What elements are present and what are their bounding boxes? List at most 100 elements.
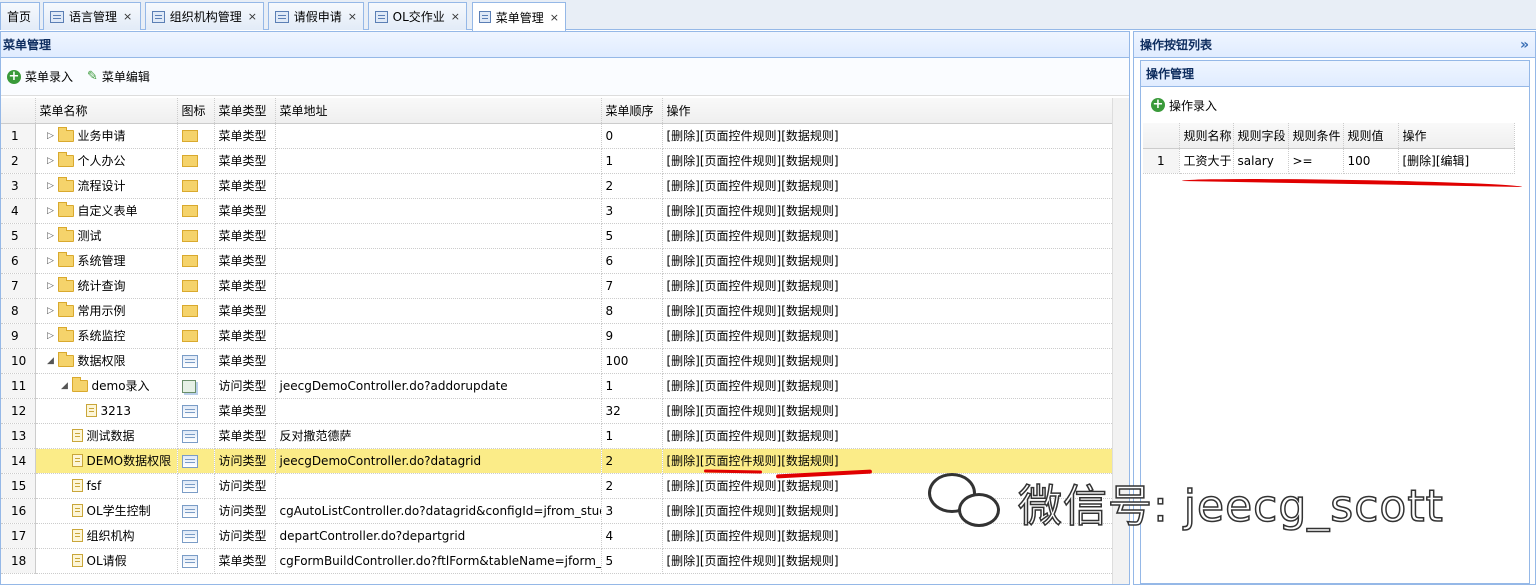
expand-arrow-icon[interactable]: ▷ [46,306,56,316]
table-row[interactable]: 3 ▷ 流程设计 菜单类型 2 [删除][页面控件规则][数据规则] [1,173,1114,199]
menu-actions-cell[interactable]: [删除][页面控件规则][数据规则] [662,323,1114,349]
menu-actions-cell[interactable]: [删除][页面控件规则][数据规则] [662,198,1114,224]
column-header[interactable]: 操作 [1398,123,1515,149]
add-menu-button[interactable]: + 菜单录入 [7,68,73,85]
menu-name-cell[interactable]: OL请假 [35,548,178,574]
tab-language[interactable]: 语言管理 × [43,2,141,30]
table-row[interactable]: 5 ▷ 测试 菜单类型 5 [删除][页面控件规则][数据规则] [1,223,1114,249]
menu-actions-cell[interactable]: [删除][页面控件规则][数据规则] [662,423,1114,449]
column-header[interactable]: 规则字段 [1233,123,1289,149]
expand-arrow-icon[interactable]: ▷ [46,206,56,216]
table-row[interactable]: 10 ◢ 数据权限 菜单类型 100 [删除][页面控件规则][数据规则] [1,348,1114,374]
column-header[interactable]: 菜单顺序 [601,98,663,124]
column-header[interactable]: 规则条件 [1288,123,1344,149]
menu-actions-cell[interactable]: [删除][页面控件规则][数据规则] [662,373,1114,399]
menu-type-cell: 菜单类型 [214,398,276,424]
table-row[interactable]: 6 ▷ 系统管理 菜单类型 6 [删除][页面控件规则][数据规则] [1,248,1114,274]
menu-name-cell[interactable]: DEMO数据权限 [35,448,178,474]
row-number: 1 [1143,148,1180,174]
close-icon[interactable]: × [123,10,132,23]
tab-ol-homework[interactable]: OL交作业 × [368,2,467,30]
table-row[interactable]: 12 3213 菜单类型 32 [删除][页面控件规则][数据规则] [1,398,1114,424]
menu-actions-cell[interactable]: [删除][页面控件规则][数据规则] [662,348,1114,374]
menu-name-cell[interactable]: ▷ 系统监控 [35,323,178,349]
menu-name-cell[interactable]: ◢ demo录入 [35,373,178,399]
collapse-icon[interactable]: » [1520,37,1529,53]
rule-actions-cell[interactable]: [删除][编辑] [1398,148,1515,174]
column-header[interactable]: 图标 [177,98,215,124]
table-row[interactable]: 13 测试数据 菜单类型 反对撒范德萨 1 [删除][页面控件规则][数据规则] [1,423,1114,449]
menu-actions-cell[interactable]: [删除][页面控件规则][数据规则] [662,273,1114,299]
menu-actions-cell[interactable]: [删除][页面控件规则][数据规则] [662,298,1114,324]
edit-menu-button[interactable]: ✎ 菜单编辑 [87,68,150,85]
folder-icon [57,151,74,167]
column-header[interactable]: 规则名称 [1179,123,1234,149]
menu-actions-cell[interactable]: [删除][页面控件规则][数据规则] [662,548,1114,574]
menu-actions-cell[interactable]: [删除][页面控件规则][数据规则] [662,248,1114,274]
menu-name-cell[interactable]: ▷ 业务申请 [35,123,178,149]
expand-arrow-icon[interactable]: ▷ [46,256,56,266]
menu-name-cell[interactable]: 测试数据 [35,423,178,449]
tab-label: 请假申请 [293,10,342,24]
close-icon[interactable]: × [451,10,460,23]
file-icon [71,529,83,542]
menu-name-cell[interactable]: ▷ 统计查询 [35,273,178,299]
menu-name: 流程设计 [77,179,126,193]
expand-arrow-icon[interactable]: ◢ [46,356,56,366]
tab-organization[interactable]: 组织机构管理 × [145,2,264,30]
expand-arrow-icon[interactable]: ◢ [60,381,70,391]
column-header[interactable]: 菜单地址 [275,98,602,124]
expand-arrow-icon[interactable]: ▷ [46,131,56,141]
menu-name-cell[interactable]: ◢ 数据权限 [35,348,178,374]
tab-leave-request[interactable]: 请假申请 × [268,2,364,30]
menu-name-cell[interactable]: ▷ 个人办公 [35,148,178,174]
row-number: 6 [1,248,36,274]
table-row[interactable]: 1 ▷ 业务申请 菜单类型 0 [删除][页面控件规则][数据规则] [1,123,1114,149]
close-icon[interactable]: × [348,10,357,23]
column-header[interactable]: 规则值 [1343,123,1399,149]
table-row[interactable]: 18 OL请假 菜单类型 cgFormBuildController.do?ftlFo… [1,548,1114,574]
menu-actions-cell[interactable]: [删除][页面控件规则][数据规则] [662,223,1114,249]
tab-menu-management[interactable]: 菜单管理 × [472,2,566,31]
menu-name-cell[interactable]: fsf [35,473,178,499]
expand-arrow-icon[interactable]: ▷ [46,331,56,341]
expand-arrow-icon[interactable]: ▷ [46,281,56,291]
table-row[interactable]: 9 ▷ 系统监控 菜单类型 9 [删除][页面控件规则][数据规则] [1,323,1114,349]
menu-name-cell[interactable]: ▷ 流程设计 [35,173,178,199]
table-row[interactable]: 11 ◢ demo录入 访问类型 jeecgDemoController.do?addo… [1,373,1114,399]
close-icon[interactable]: × [550,11,559,24]
expand-arrow-icon[interactable]: ▷ [46,181,56,191]
menu-name-cell[interactable]: ▷ 系统管理 [35,248,178,274]
menu-order-cell: 1 [601,148,663,174]
table-row[interactable]: 8 ▷ 常用示例 菜单类型 8 [删除][页面控件规则][数据规则] [1,298,1114,324]
column-header[interactable]: 操作 [662,98,1114,124]
menu-actions-cell[interactable]: [删除][页面控件规则][数据规则] [662,173,1114,199]
table-row[interactable]: 4 ▷ 自定义表单 菜单类型 3 [删除][页面控件规则][数据规则] [1,198,1114,224]
menu-actions-cell[interactable]: [删除][页面控件规则][数据规则] [662,123,1114,149]
table-row[interactable]: 2 ▷ 个人办公 菜单类型 1 [删除][页面控件规则][数据规则] [1,148,1114,174]
menu-name-cell[interactable]: OL学生控制 [35,498,178,524]
menu-actions-cell[interactable]: [删除][页面控件规则][数据规则] [662,148,1114,174]
folder-icon [181,130,198,142]
menu-name-cell[interactable]: ▷ 自定义表单 [35,198,178,224]
tab-home[interactable]: 首页 [0,2,40,30]
add-operation-button[interactable]: + 操作录入 [1151,97,1217,114]
close-icon[interactable]: × [248,10,257,23]
expand-arrow-icon[interactable]: ▷ [46,231,56,241]
right-panel-title: 操作按钮列表 [1140,38,1213,52]
table-row[interactable]: 1 工资大于 salary >= 100 [删除][编辑] [1143,148,1515,174]
folder-icon [181,305,198,317]
menu-name-cell[interactable]: 组织机构 [35,523,178,549]
table-row[interactable]: 7 ▷ 统计查询 菜单类型 7 [删除][页面控件规则][数据规则] [1,273,1114,299]
column-header[interactable]: 菜单类型 [214,98,276,124]
menu-order-cell: 5 [601,223,663,249]
menu-name: 统计查询 [77,279,126,293]
expand-arrow-icon[interactable]: ▷ [46,156,56,166]
column-header[interactable]: 菜单名称 [35,98,178,124]
rule-grid: 规则名称 规则字段 规则条件 规则值 操作 1 工资大于 salary >= 1… [1143,123,1515,174]
menu-name-cell[interactable]: ▷ 常用示例 [35,298,178,324]
menu-name-cell[interactable]: ▷ 测试 [35,223,178,249]
menu-url-cell [275,273,602,299]
menu-actions-cell[interactable]: [删除][页面控件规则][数据规则] [662,398,1114,424]
menu-name-cell[interactable]: 3213 [35,398,178,424]
